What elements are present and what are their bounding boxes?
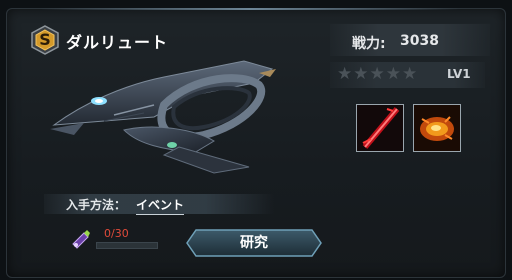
research-button[interactable]: 研究 (186, 229, 322, 257)
top-border-highlight (40, 8, 460, 10)
star-rating: ★★★★★ (337, 64, 418, 84)
ship-name: ダルリュート (66, 33, 169, 52)
star-icon: ★ (353, 64, 370, 84)
power-value: 3038 (400, 33, 439, 49)
rank-letter: S (39, 30, 51, 49)
red-slash-skill-icon (357, 105, 403, 151)
fire-burst-skill-icon (414, 105, 460, 151)
skill-slot-2[interactable] (413, 104, 461, 152)
acquisition-label: 入手方法： (66, 198, 127, 212)
research-progress-bar (96, 242, 158, 249)
star-icon: ★ (402, 64, 419, 84)
research-item-icon (70, 228, 92, 250)
rank-badge: S (30, 25, 60, 55)
acquisition-method-link[interactable]: イベント (136, 196, 185, 215)
research-button-label: 研究 (240, 235, 268, 251)
ship-image (44, 55, 289, 180)
star-icon: ★ (369, 64, 386, 84)
skill-slot-1[interactable] (356, 104, 404, 152)
star-icon: ★ (337, 64, 354, 84)
research-progress-text: 0/30 (104, 227, 129, 240)
level-label: LV1 (447, 67, 471, 81)
star-icon: ★ (385, 64, 402, 84)
power-label: 戦力: (352, 36, 386, 52)
